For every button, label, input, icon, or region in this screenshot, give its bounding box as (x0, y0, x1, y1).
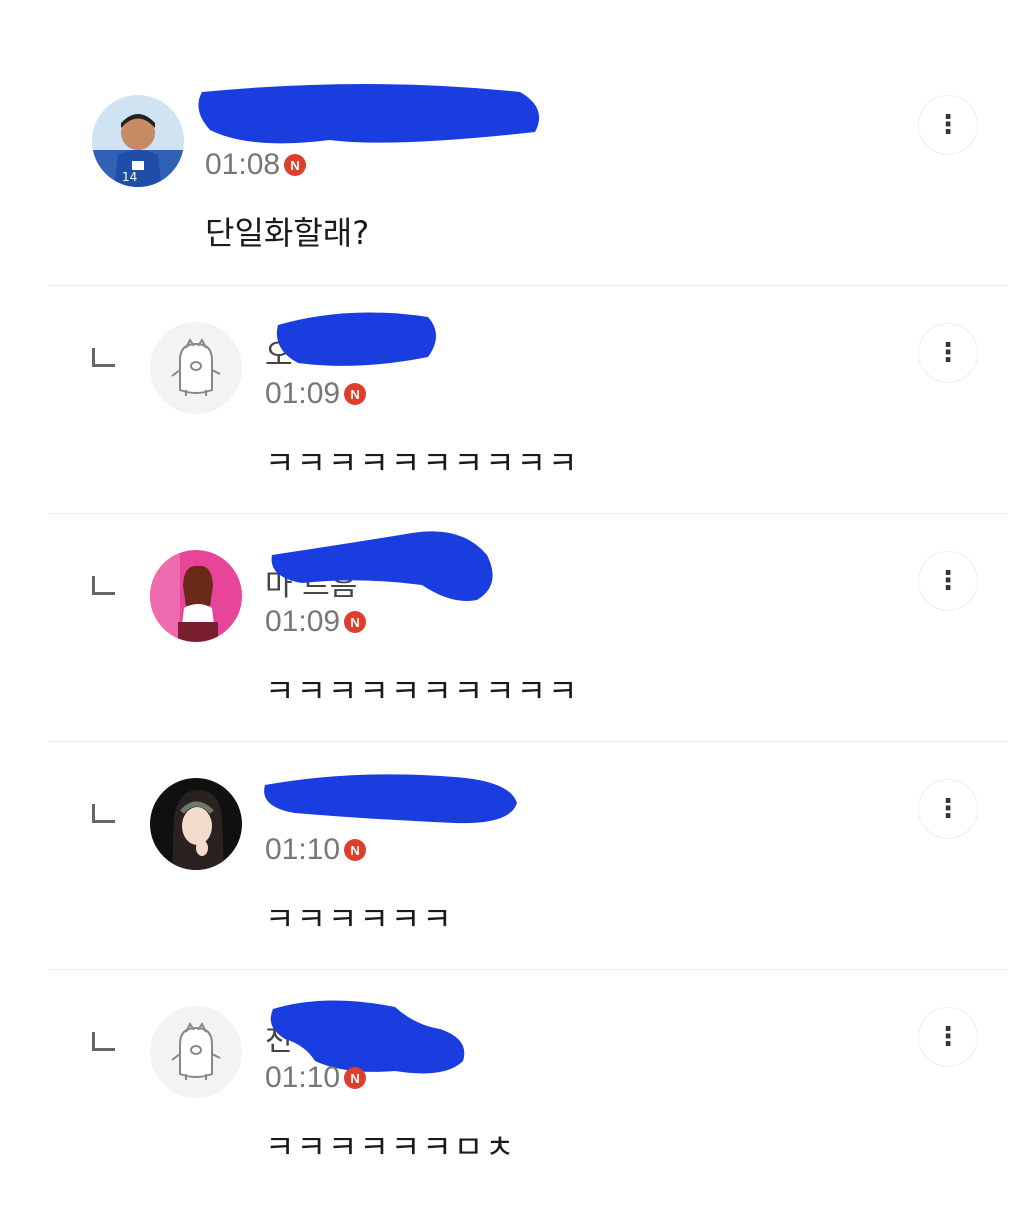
redacted-username (271, 531, 493, 601)
reply-arrow-icon (92, 348, 115, 367)
comment-time: 01:10 N (265, 833, 367, 867)
comment-text: ㅋㅋㅋㅋㅋㅋ (265, 900, 454, 938)
more-options-icon[interactable]: ⋮ (918, 779, 978, 839)
comment-text: ㅋㅋㅋㅋㅋㅋㅁㅊ (265, 1128, 517, 1166)
time-text: 01:08 (205, 148, 281, 181)
avatar[interactable] (150, 550, 242, 642)
divider (48, 285, 1008, 286)
divider (48, 741, 1008, 742)
time-text: 01:10 (265, 1061, 341, 1094)
svg-text:14: 14 (122, 170, 137, 184)
new-badge-icon: N (344, 1067, 367, 1089)
comment-text: 단일화할래? (205, 214, 370, 252)
comment-time: 01:10 N (265, 1061, 367, 1095)
more-options-icon[interactable]: ⋮ (918, 1007, 978, 1067)
avatar[interactable] (150, 1006, 242, 1098)
more-options-icon[interactable]: ⋮ (918, 95, 978, 155)
time-text: 01:09 (265, 605, 341, 638)
avatar[interactable] (150, 778, 242, 870)
time-text: 01:09 (265, 377, 341, 410)
more-options-icon[interactable]: ⋮ (918, 551, 978, 611)
comment-text: ㅋㅋㅋㅋㅋㅋㅋㅋㅋㅋ (265, 672, 580, 710)
new-badge-icon: N (284, 154, 307, 176)
reply-arrow-icon (92, 804, 115, 823)
avatar[interactable]: 14 (92, 95, 184, 187)
redacted-username (276, 312, 436, 366)
new-badge-icon: N (344, 383, 367, 405)
new-badge-icon: N (344, 611, 367, 633)
divider (48, 513, 1008, 514)
redacted-username (264, 774, 517, 824)
redacted-username (198, 84, 540, 144)
new-badge-icon: N (344, 839, 367, 861)
avatar[interactable] (150, 322, 242, 414)
reply-arrow-icon (92, 1032, 115, 1051)
comment-time: 01:09 N (265, 377, 367, 411)
divider (48, 969, 1008, 970)
comment-time: 01:09 N (265, 605, 367, 639)
comment-item: 14 01:08 N 단일화할래? ⋮ (0, 0, 1025, 285)
time-text: 01:10 (265, 833, 341, 866)
comment-text: ㅋㅋㅋㅋㅋㅋㅋㅋㅋㅋ (265, 444, 580, 482)
reply-arrow-icon (92, 576, 115, 595)
comment-time: 01:08 N (205, 148, 307, 182)
more-options-icon[interactable]: ⋮ (918, 323, 978, 383)
